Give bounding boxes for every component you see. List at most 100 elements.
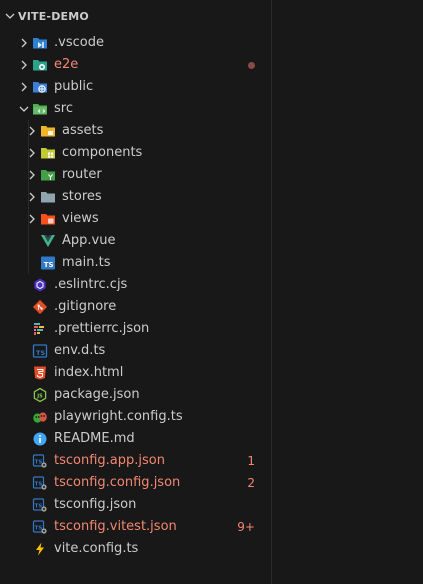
item-label: .eslintrc.cjs bbox=[54, 277, 128, 292]
twistie-spacer bbox=[16, 365, 32, 381]
folder-item-components[interactable]: components bbox=[0, 142, 271, 164]
file-item-gitignore[interactable]: .gitignore bbox=[0, 296, 271, 318]
chevron-right-icon[interactable] bbox=[24, 145, 40, 161]
item-label: e2e bbox=[54, 57, 79, 72]
file-item-vite-config-ts[interactable]: vite.config.ts bbox=[0, 538, 271, 560]
tsconfig-file-icon: TS bbox=[32, 497, 48, 513]
chevron-down-icon[interactable] bbox=[16, 101, 32, 117]
item-label: src bbox=[54, 101, 73, 116]
explorer-section-header[interactable]: VITE-DEMO bbox=[0, 0, 271, 32]
problem-count-badge: 9+ bbox=[237, 520, 255, 534]
svg-text:TS: TS bbox=[35, 460, 43, 466]
typescript-file-icon: TS bbox=[40, 255, 56, 271]
item-label: tsconfig.app.json bbox=[54, 453, 165, 468]
git-file-icon bbox=[32, 299, 48, 315]
file-item-main-ts[interactable]: TS main.ts bbox=[0, 252, 271, 274]
file-item-env-d-ts[interactable]: TS env.d.ts bbox=[0, 340, 271, 362]
twistie-spacer bbox=[16, 541, 32, 557]
file-item-eslintrc-cjs[interactable]: .eslintrc.cjs bbox=[0, 274, 271, 296]
file-item-prettierrc-json[interactable]: .prettierrc.json bbox=[0, 318, 271, 340]
twistie-spacer bbox=[24, 233, 40, 249]
item-label: package.json bbox=[54, 387, 140, 402]
item-label: playwright.config.ts bbox=[54, 409, 183, 424]
file-item-index-html[interactable]: index.html bbox=[0, 362, 271, 384]
twistie-spacer bbox=[24, 255, 40, 271]
tsconfig-file-icon: TS bbox=[32, 453, 48, 469]
folder-item-vscode[interactable]: .vscode bbox=[0, 32, 271, 54]
item-label: tsconfig.config.json bbox=[54, 475, 181, 490]
file-item-tsconfig-json[interactable]: TS tsconfig.json bbox=[0, 494, 271, 516]
item-label: views bbox=[62, 211, 99, 226]
indent-guide bbox=[28, 120, 29, 274]
item-label: index.html bbox=[54, 365, 124, 380]
stores-folder-icon bbox=[40, 189, 56, 205]
html-file-icon bbox=[32, 365, 48, 381]
problem-count-badge: 2 bbox=[247, 476, 255, 490]
svg-text:TS: TS bbox=[35, 526, 43, 532]
folder-item-e2e[interactable]: e2e bbox=[0, 54, 271, 76]
file-item-tsconfig-app-json[interactable]: TS tsconfig.app.json 1 bbox=[0, 450, 271, 472]
explorer-panel: VITE-DEMO .vscode e2e public src assets compo… bbox=[0, 0, 272, 584]
chevron-right-icon[interactable] bbox=[16, 57, 32, 73]
folder-item-router[interactable]: router bbox=[0, 164, 271, 186]
vite-file-icon bbox=[32, 541, 48, 557]
item-label: .gitignore bbox=[54, 299, 117, 314]
item-label: .vscode bbox=[54, 35, 104, 50]
folder-item-assets[interactable]: assets bbox=[0, 120, 271, 142]
item-label: stores bbox=[62, 189, 102, 204]
views-folder-icon bbox=[40, 211, 56, 227]
twistie-spacer bbox=[16, 277, 32, 293]
twistie-spacer bbox=[16, 343, 32, 359]
twistie-spacer bbox=[16, 519, 32, 535]
file-item-app-vue[interactable]: App.vue bbox=[0, 230, 271, 252]
chevron-right-icon[interactable] bbox=[24, 123, 40, 139]
item-label: vite.config.ts bbox=[54, 541, 139, 556]
twistie-spacer bbox=[16, 475, 32, 491]
vscode-folder-icon bbox=[32, 35, 48, 51]
chevron-right-icon[interactable] bbox=[16, 35, 32, 51]
chevron-right-icon[interactable] bbox=[24, 167, 40, 183]
item-label: .prettierrc.json bbox=[54, 321, 150, 336]
folder-item-views[interactable]: views bbox=[0, 208, 271, 230]
file-item-playwright-config-ts[interactable]: playwright.config.ts bbox=[0, 406, 271, 428]
svg-text:JS: JS bbox=[36, 394, 43, 400]
item-label: env.d.ts bbox=[54, 343, 106, 358]
vue-file-icon bbox=[40, 233, 56, 249]
problem-count-badge: 1 bbox=[247, 454, 255, 468]
file-item-readme-md[interactable]: README.md bbox=[0, 428, 271, 450]
svg-text:TS: TS bbox=[44, 261, 54, 269]
components-folder-icon bbox=[40, 145, 56, 161]
item-label: router bbox=[62, 167, 102, 182]
info-file-icon bbox=[32, 431, 48, 447]
file-item-tsconfig-config-json[interactable]: TS tsconfig.config.json 2 bbox=[0, 472, 271, 494]
svg-text:TS: TS bbox=[36, 349, 45, 357]
assets-folder-icon bbox=[40, 123, 56, 139]
chevron-right-icon[interactable] bbox=[24, 211, 40, 227]
item-label: README.md bbox=[54, 431, 135, 446]
file-item-tsconfig-vitest-json[interactable]: TS tsconfig.vitest.json 9+ bbox=[0, 516, 271, 538]
router-folder-icon bbox=[40, 167, 56, 183]
folder-item-src[interactable]: src bbox=[0, 98, 271, 120]
folder-item-stores[interactable]: stores bbox=[0, 186, 271, 208]
twistie-spacer bbox=[16, 321, 32, 337]
public-folder-icon bbox=[32, 79, 48, 95]
svg-text:TS: TS bbox=[35, 504, 43, 510]
playwright-file-icon bbox=[32, 409, 48, 425]
twistie-spacer bbox=[16, 409, 32, 425]
item-label: App.vue bbox=[62, 233, 116, 248]
src-folder-icon bbox=[32, 101, 48, 117]
item-label: main.ts bbox=[62, 255, 111, 270]
folder-item-public[interactable]: public bbox=[0, 76, 271, 98]
chevron-right-icon[interactable] bbox=[16, 79, 32, 95]
svg-text:TS: TS bbox=[35, 482, 43, 488]
nodejs-file-icon: JS bbox=[32, 387, 48, 403]
chevron-right-icon[interactable] bbox=[24, 189, 40, 205]
item-label: components bbox=[62, 145, 143, 160]
twistie-spacer bbox=[16, 453, 32, 469]
twistie-spacer bbox=[16, 497, 32, 513]
problem-dot-indicator bbox=[248, 61, 255, 69]
item-label: assets bbox=[62, 123, 104, 138]
prettier-file-icon bbox=[32, 321, 48, 337]
e2e-folder-icon bbox=[32, 57, 48, 73]
file-item-package-json[interactable]: JS package.json bbox=[0, 384, 271, 406]
